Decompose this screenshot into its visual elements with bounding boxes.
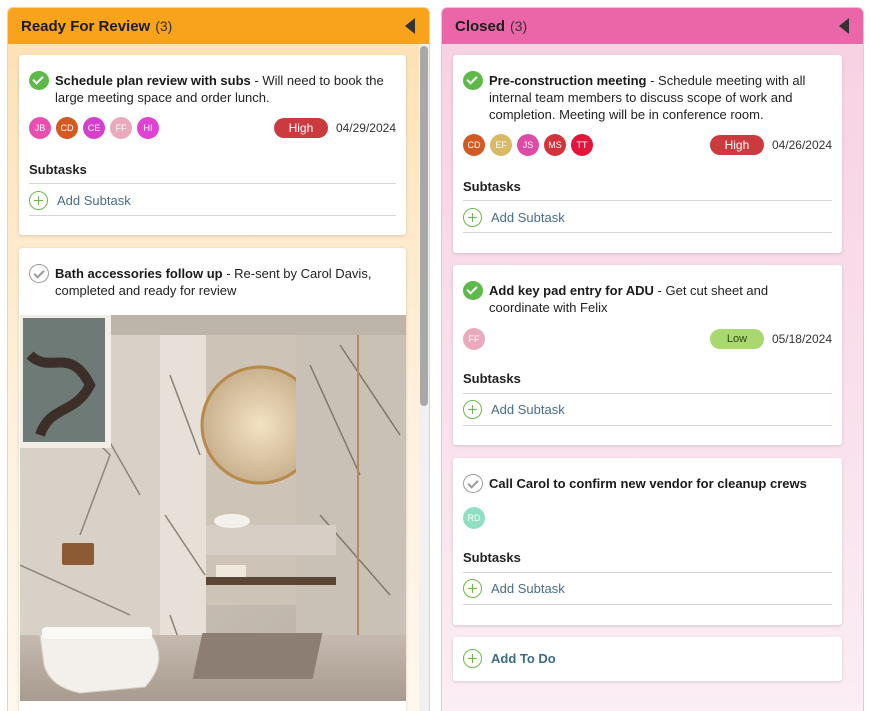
card-title-row: Bath accessories follow up - Re-sent by … — [29, 264, 396, 299]
column-title: Ready For Review — [21, 17, 151, 35]
bathroom-photo — [20, 315, 406, 701]
subtasks-label: Subtasks — [463, 371, 521, 386]
add-subtask-button[interactable]: Add Subtask — [29, 191, 131, 210]
add-circle-icon — [463, 579, 482, 598]
add-todo-card[interactable]: Add To Do — [453, 637, 842, 681]
card-title-text: Schedule plan review with subs - Will ne… — [55, 72, 396, 106]
column-count: (3) — [510, 18, 528, 34]
avatar[interactable]: JB — [29, 117, 51, 139]
card-title-row: Schedule plan review with subs - Will ne… — [29, 71, 396, 106]
scrollbar[interactable] — [419, 44, 429, 711]
card-title-text: Add key pad entry for ADU - Get cut shee… — [489, 282, 832, 316]
add-subtask-button[interactable]: Add Subtask — [463, 400, 565, 419]
add-subtask-button[interactable]: Add Subtask — [463, 579, 565, 598]
card-meta: High 04/29/2024 — [273, 118, 396, 138]
avatar[interactable]: RD — [463, 507, 485, 529]
divider — [463, 572, 832, 573]
assignee-avatars: CD EF JS MS TT — [463, 134, 598, 156]
completed-check-icon[interactable] — [463, 281, 483, 300]
card-title: Pre-construction meeting — [489, 73, 647, 88]
card-meta: High 04/26/2024 — [709, 135, 832, 155]
avatar[interactable]: CE — [83, 117, 105, 139]
due-date: 05/18/2024 — [771, 332, 832, 346]
subtasks-label: Subtasks — [463, 550, 521, 565]
scrollbar-thumb[interactable] — [420, 46, 428, 406]
column-header-ready-for-review: Ready For Review (3) — [8, 8, 429, 44]
avatar[interactable]: EF — [490, 134, 512, 156]
task-card-schedule-plan-review[interactable]: Schedule plan review with subs - Will ne… — [19, 55, 406, 235]
add-circle-icon — [463, 208, 482, 227]
column-title: Closed — [455, 17, 506, 35]
collapse-arrow-icon[interactable] — [839, 18, 849, 34]
add-subtask-button[interactable]: Add Subtask — [463, 208, 565, 227]
card-title-row: Add key pad entry for ADU - Get cut shee… — [463, 281, 832, 316]
add-subtask-label: Add Subtask — [57, 193, 131, 208]
card-title-text: Bath accessories follow up - Re-sent by … — [55, 265, 396, 299]
avatar[interactable]: JS — [517, 134, 539, 156]
divider — [463, 604, 832, 605]
card-title: Add key pad entry for ADU — [489, 283, 654, 298]
priority-badge: Low — [709, 329, 764, 349]
avatar[interactable]: CD — [463, 134, 485, 156]
completed-check-icon[interactable] — [463, 71, 483, 90]
card-title-row: Pre-construction meeting - Schedule meet… — [463, 71, 832, 123]
card-title-text: Call Carol to confirm new vendor for cle… — [489, 475, 807, 493]
kanban-board: Ready For Review (3) Schedule plan revie… — [0, 0, 870, 711]
divider — [463, 393, 832, 394]
card-title: Call Carol to confirm new vendor for cle… — [489, 476, 807, 491]
avatar[interactable]: HI — [137, 117, 159, 139]
card-title: Bath accessories follow up — [55, 266, 223, 281]
avatar[interactable]: MS — [544, 134, 566, 156]
add-todo-button[interactable]: Add To Do — [463, 649, 556, 668]
add-subtask-label: Add Subtask — [491, 210, 565, 225]
completed-check-icon[interactable] — [29, 71, 49, 90]
card-title-text: Pre-construction meeting - Schedule meet… — [489, 72, 832, 123]
column-closed: Closed (3) Pre-construction meeting - Sc… — [441, 7, 864, 711]
task-card-call-carol[interactable]: Call Carol to confirm new vendor for cle… — [453, 458, 842, 625]
due-date: 04/29/2024 — [335, 121, 396, 135]
card-meta: Low 05/18/2024 — [709, 329, 832, 349]
divider — [29, 215, 396, 216]
assignee-avatars: FF — [463, 328, 490, 350]
incomplete-check-icon[interactable] — [463, 474, 483, 493]
task-card-key-pad-entry[interactable]: Add key pad entry for ADU - Get cut shee… — [453, 265, 842, 445]
avatar[interactable]: FF — [463, 328, 485, 350]
divider — [29, 183, 396, 184]
add-subtask-label: Add Subtask — [491, 402, 565, 417]
add-circle-icon — [463, 400, 482, 419]
avatar[interactable]: CD — [56, 117, 78, 139]
divider — [463, 425, 832, 426]
priority-badge: High — [273, 118, 328, 138]
priority-badge: High — [709, 135, 764, 155]
card-title-row: Call Carol to confirm new vendor for cle… — [463, 474, 832, 493]
incomplete-check-icon[interactable] — [29, 264, 49, 283]
card-title: Schedule plan review with subs — [55, 73, 251, 88]
task-card-pre-construction-meeting[interactable]: Pre-construction meeting - Schedule meet… — [453, 55, 842, 253]
add-circle-icon — [463, 649, 482, 668]
divider — [463, 200, 832, 201]
column-ready-for-review: Ready For Review (3) Schedule plan revie… — [7, 7, 430, 711]
add-todo-label: Add To Do — [491, 651, 556, 666]
column-count: (3) — [155, 18, 173, 34]
collapse-arrow-icon[interactable] — [405, 18, 415, 34]
avatar[interactable]: FF — [110, 117, 132, 139]
subtasks-label: Subtasks — [463, 179, 521, 194]
task-card-bath-accessories[interactable]: Bath accessories follow up - Re-sent by … — [19, 248, 406, 711]
assignee-avatars: RD — [463, 507, 490, 529]
add-subtask-label: Add Subtask — [491, 581, 565, 596]
add-circle-icon — [29, 191, 48, 210]
due-date: 04/26/2024 — [771, 138, 832, 152]
avatar[interactable]: TT — [571, 134, 593, 156]
divider — [463, 232, 832, 233]
assignee-avatars: JB CD CE FF HI — [29, 117, 164, 139]
subtasks-label: Subtasks — [29, 162, 87, 177]
column-header-closed: Closed (3) — [442, 8, 863, 44]
